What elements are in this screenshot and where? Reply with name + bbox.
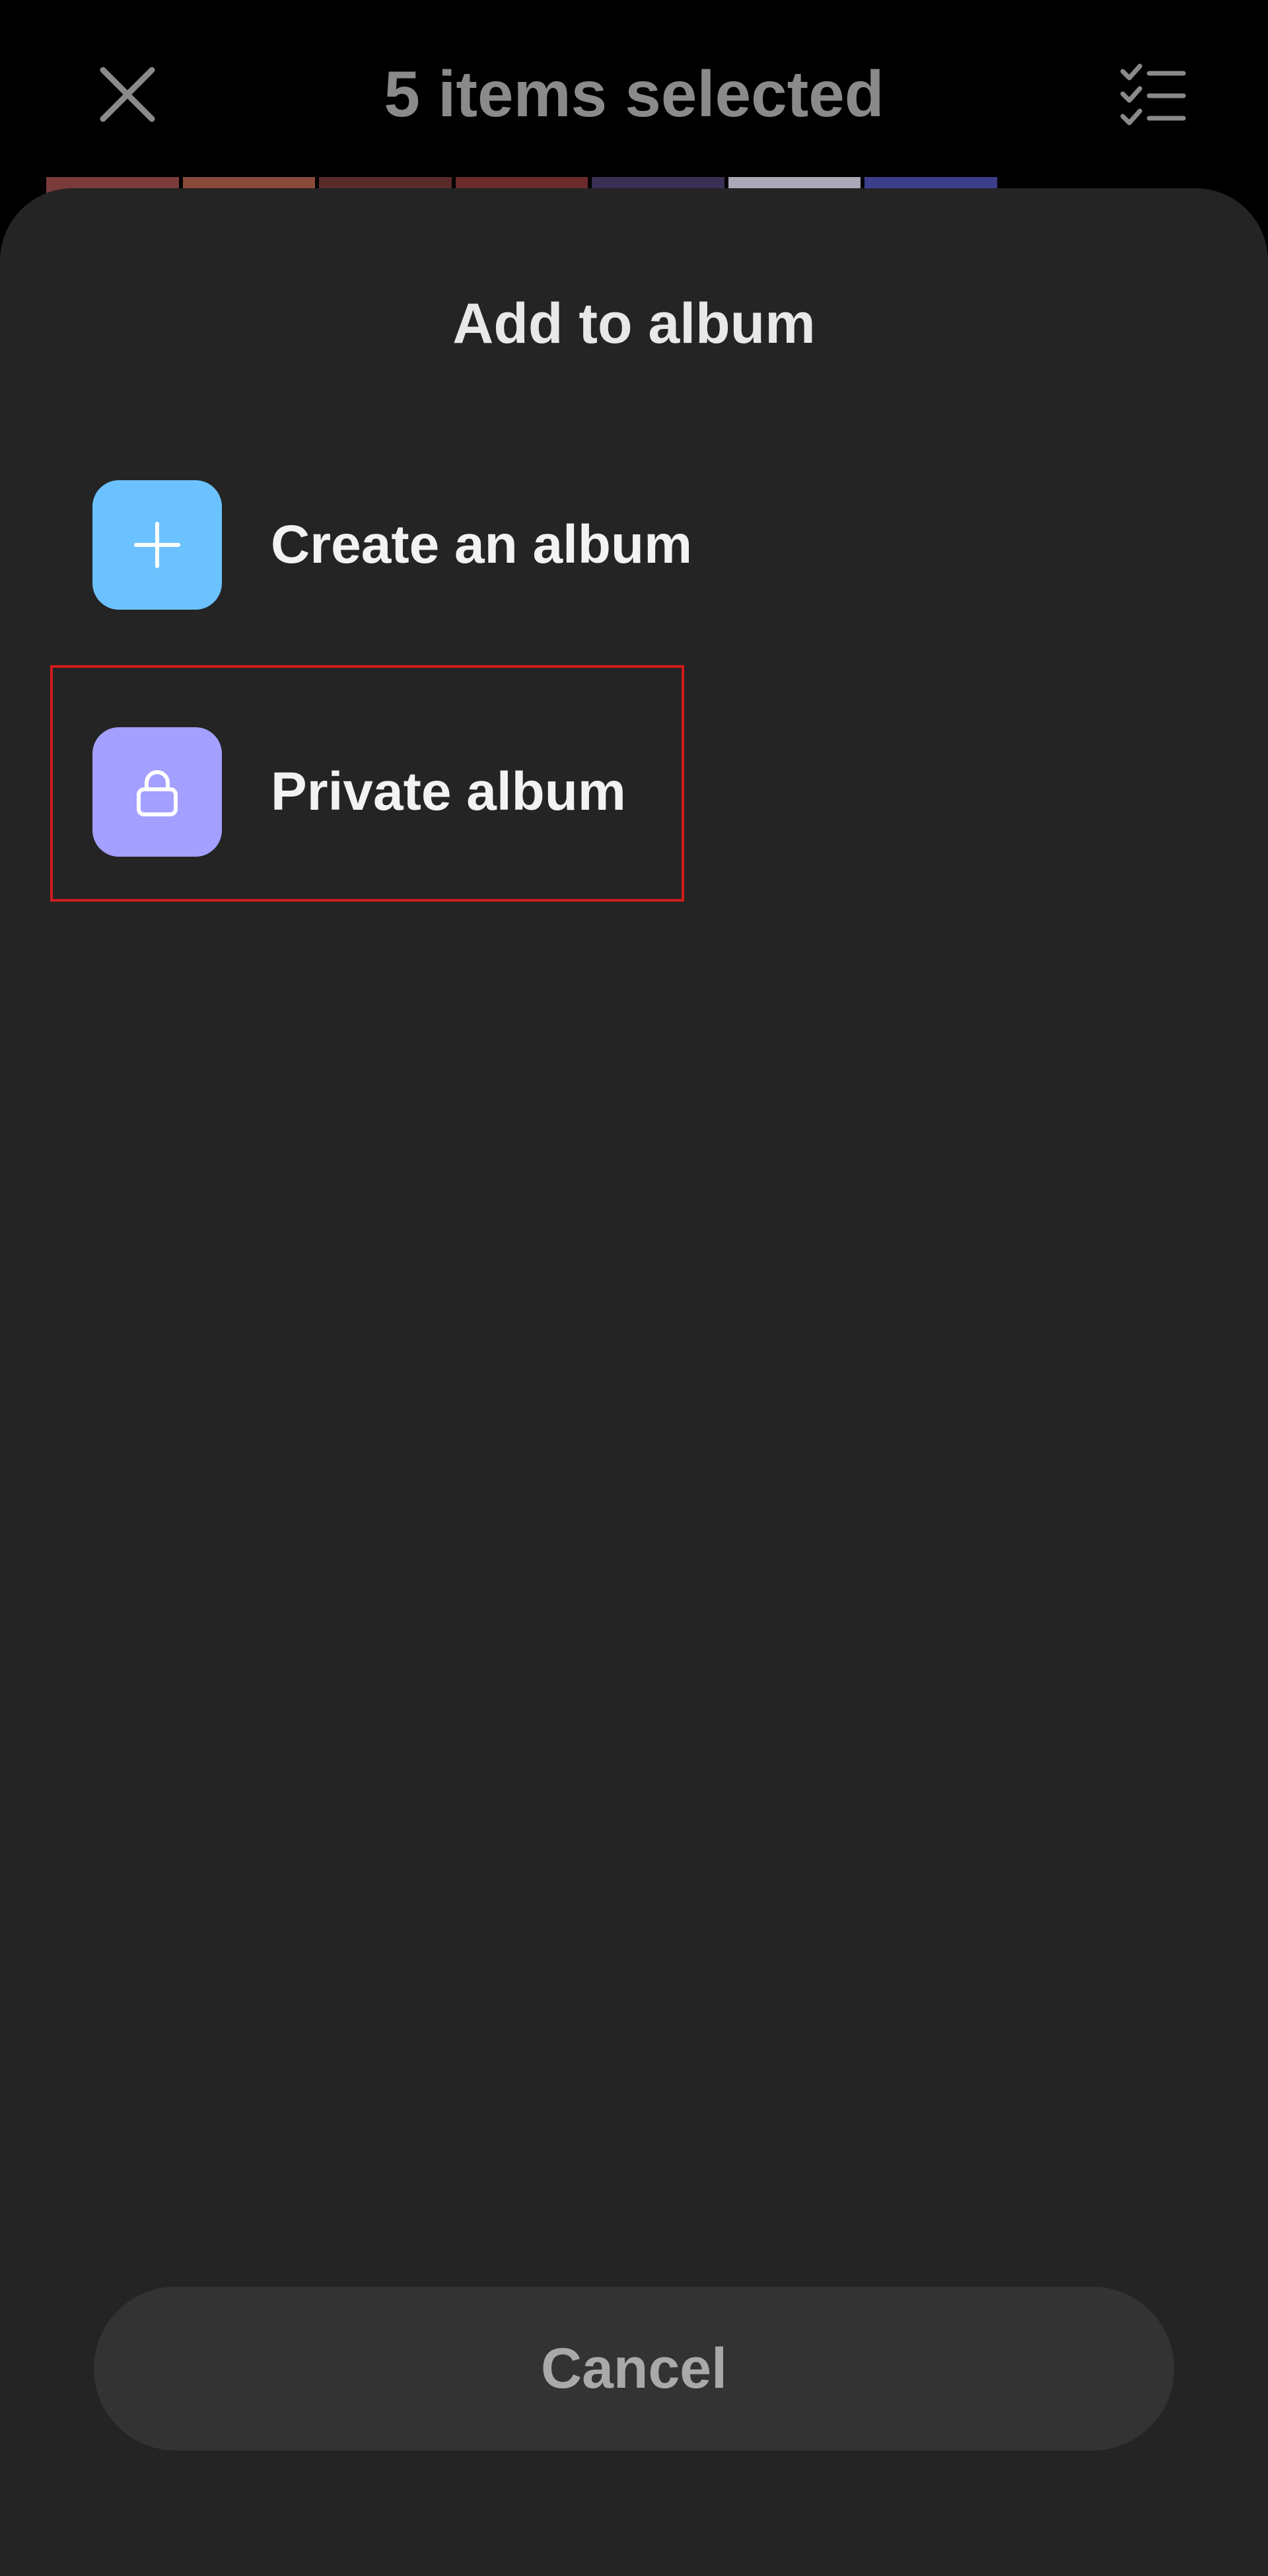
lock-icon: [137, 770, 178, 816]
private-album-icon-tile: [92, 727, 222, 857]
plus-icon: [134, 522, 180, 568]
select-all-button[interactable]: [1116, 58, 1190, 132]
sheet-title: Add to album: [452, 292, 816, 355]
private-album-label: Private album: [271, 762, 626, 822]
cancel-label: Cancel: [540, 2337, 728, 2400]
selection-count-title: 5 items selected: [384, 57, 884, 130]
private-album-option[interactable]: Private album: [92, 727, 626, 857]
screen: 5 items selected Add to album Create an …: [0, 0, 1268, 2576]
create-album-label: Create an album: [271, 515, 692, 575]
create-album-option[interactable]: Create an album: [92, 480, 692, 610]
cancel-button[interactable]: Cancel: [94, 2287, 1174, 2451]
create-album-icon-tile: [92, 480, 222, 610]
selection-toolbar: 5 items selected: [0, 0, 1268, 197]
checklist-icon: [1120, 63, 1186, 125]
add-to-album-sheet: Add to album Create an album Private alb…: [0, 188, 1268, 2576]
